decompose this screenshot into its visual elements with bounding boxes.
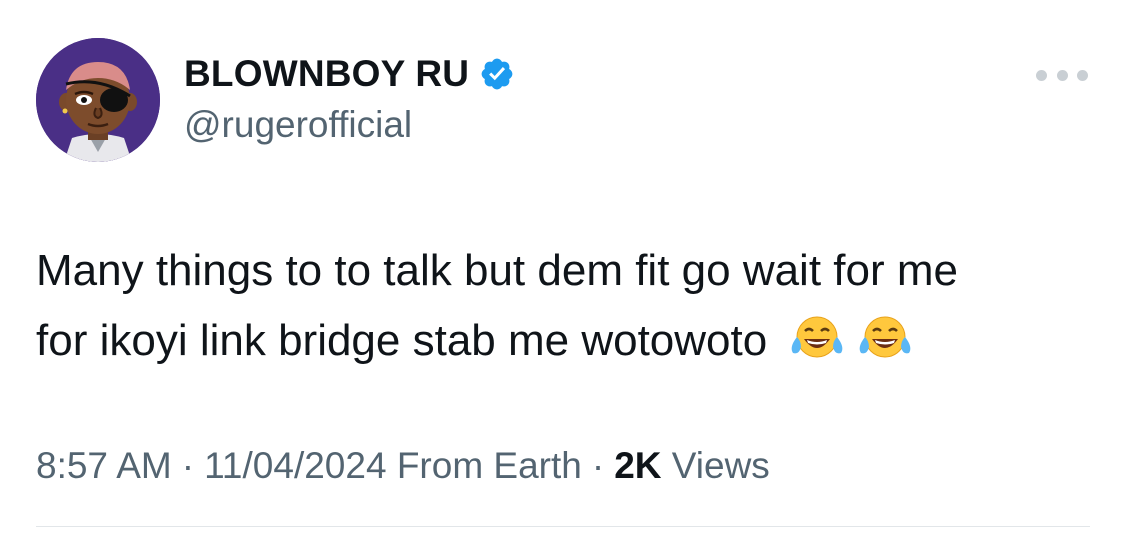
dot (1077, 69, 1088, 81)
tears-of-joy-emoji-icon (855, 313, 915, 363)
more-options-icon[interactable] (1036, 62, 1088, 88)
avatar[interactable] (36, 38, 160, 162)
separator: · (181, 445, 195, 486)
verified-badge-icon (479, 56, 515, 92)
separator: · (591, 445, 605, 486)
author-display-name[interactable]: BLOWNBOY RU (184, 53, 469, 95)
tweet-meta: 8:57 AM · 11/04/2024 From Earth · 2K Views (36, 445, 770, 487)
tweet-text: Many things to to talk but dem fit go wa… (36, 236, 1096, 376)
tears-of-joy-emoji-icon (787, 313, 847, 363)
divider (36, 526, 1090, 527)
views-count[interactable]: 2K (614, 445, 661, 486)
author-handle[interactable]: @rugerofficial (184, 104, 412, 146)
views-label: Views (671, 445, 770, 486)
tweet-detail: BLOWNBOY RU @rugerofficial Many things t… (0, 0, 1125, 537)
tweet-date[interactable]: 11/04/2024 (204, 445, 386, 486)
dot (1056, 69, 1068, 81)
tweet-text-line-2: for ikoyi link bridge stab me wotowoto (36, 306, 1096, 376)
tweet-text-line-2-content: for ikoyi link bridge stab me wotowoto (36, 316, 768, 365)
dot (1036, 69, 1047, 81)
avatar-icon (36, 38, 160, 162)
tweet-source: From Earth (396, 445, 582, 486)
tweet-text-line-1: Many things to to talk but dem fit go wa… (36, 246, 958, 295)
author-name-row: BLOWNBOY RU (184, 52, 515, 96)
tweet-time[interactable]: 8:57 AM (36, 445, 172, 486)
